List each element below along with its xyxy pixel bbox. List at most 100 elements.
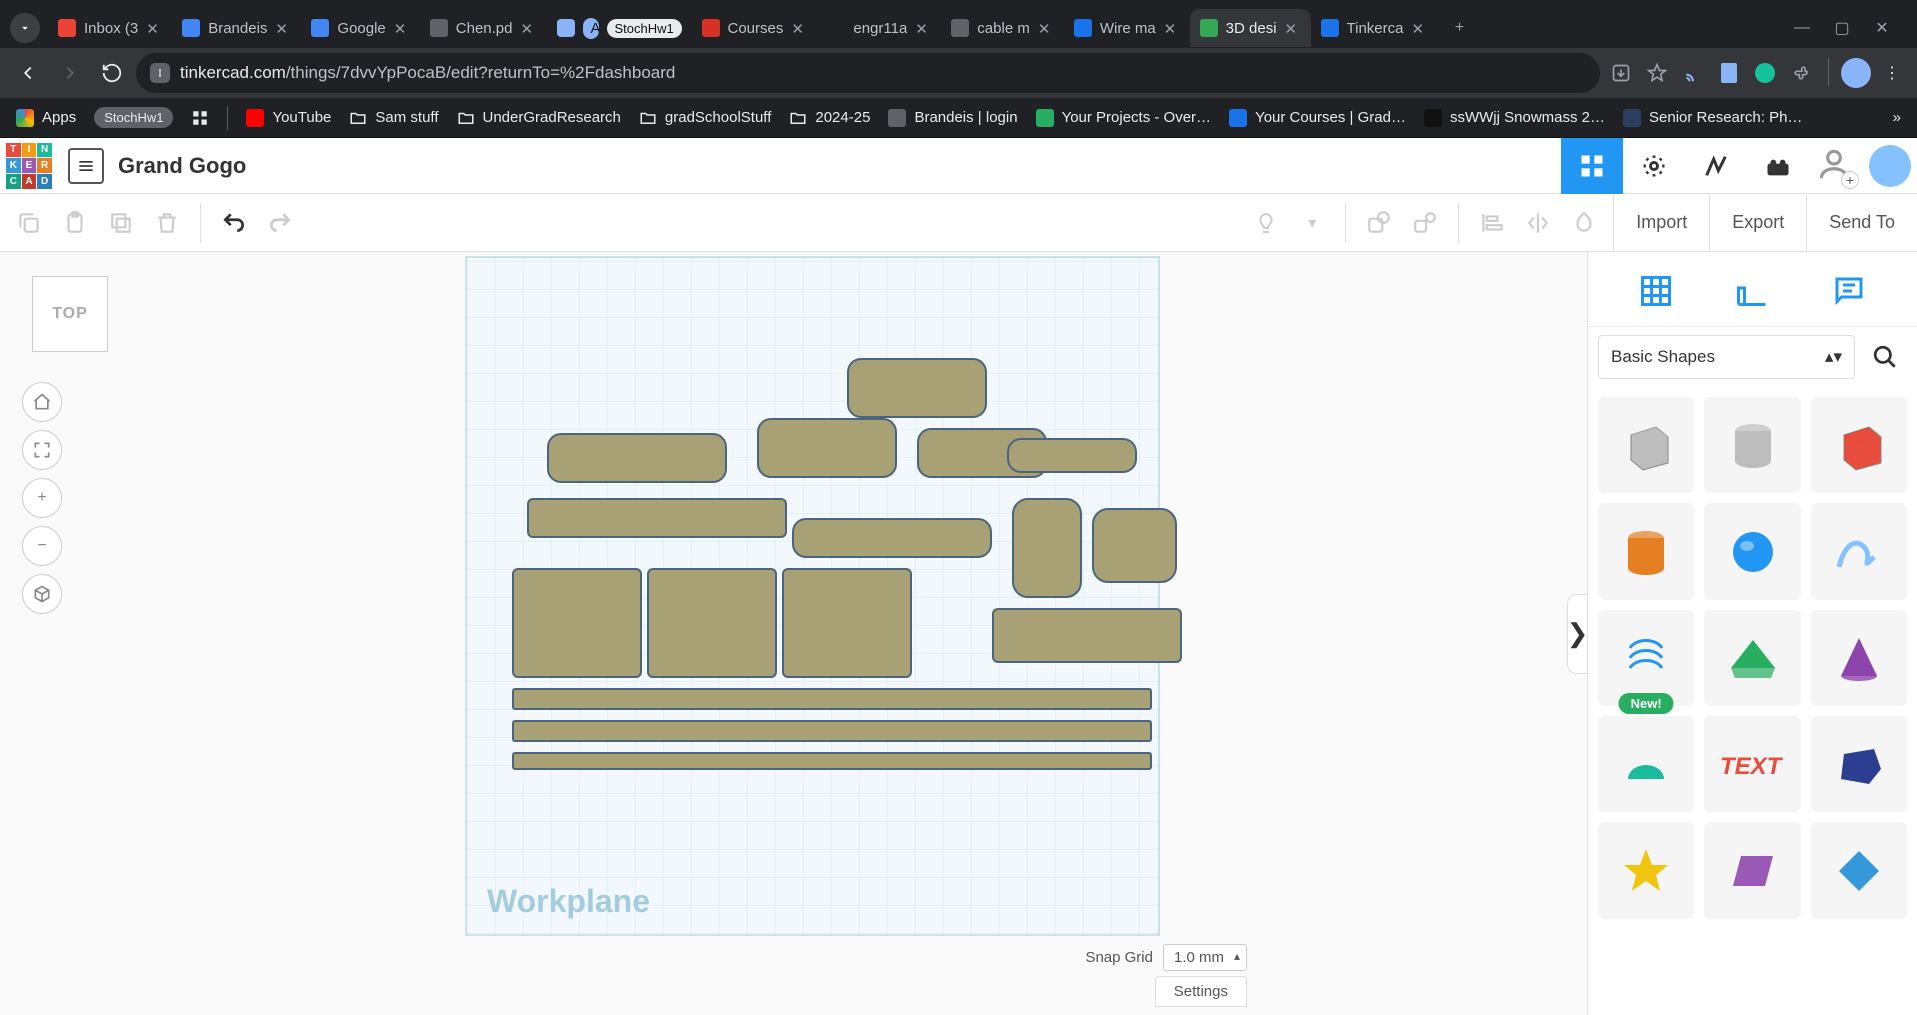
browser-tab[interactable]: Courses✕: [692, 9, 818, 47]
group-button[interactable]: [1356, 200, 1402, 246]
bulb-button[interactable]: [1243, 200, 1289, 246]
browser-tab[interactable]: engr11a✕: [817, 9, 941, 47]
shape-cylinder-hole[interactable]: [1704, 397, 1800, 493]
close-icon[interactable]: ✕: [1038, 20, 1054, 36]
workplane-tool-button[interactable]: [1635, 270, 1677, 312]
back-button[interactable]: [10, 55, 46, 91]
browser-tab[interactable]: AppsStochHw1: [547, 9, 692, 47]
browser-tab[interactable]: Tinkerca✕: [1311, 9, 1438, 47]
browser-tab[interactable]: Wire ma✕: [1064, 9, 1190, 47]
bookmark-star-icon[interactable]: [1642, 58, 1672, 88]
ortho-toggle-button[interactable]: [22, 574, 62, 614]
zoom-in-button[interactable]: +: [22, 478, 62, 518]
new-tab-button[interactable]: +: [1444, 12, 1476, 44]
chrome-menu-button[interactable]: ⋮: [1877, 58, 1907, 88]
duplicate-button[interactable]: [98, 200, 144, 246]
ruler-tool-button[interactable]: [1731, 270, 1773, 312]
shape-star[interactable]: [1598, 822, 1694, 918]
send-to-button[interactable]: Send To: [1806, 194, 1917, 252]
bookmark-item[interactable]: UnderGradResearch: [457, 109, 621, 127]
copy-button[interactable]: [6, 200, 52, 246]
panel-toggle-button[interactable]: ❯: [1567, 594, 1587, 674]
shape-roof[interactable]: [1704, 610, 1800, 706]
grid-settings-button[interactable]: Settings: [1155, 976, 1247, 1007]
profile-avatar[interactable]: [1841, 58, 1871, 88]
design-list-button[interactable]: [68, 148, 104, 184]
window-close-button[interactable]: ✕: [1871, 17, 1893, 39]
bookmark-item[interactable]: Your Projects - Over…: [1036, 109, 1212, 127]
tinkercad-logo[interactable]: TIN KER CAD: [4, 141, 54, 191]
install-app-icon[interactable]: [1606, 58, 1636, 88]
extensions-icon[interactable]: [1786, 58, 1816, 88]
invite-user-button[interactable]: [1815, 145, 1857, 187]
canvas[interactable]: TOP + − Workplane: [0, 252, 1587, 1015]
close-icon[interactable]: ✕: [791, 20, 807, 36]
bulb-menu[interactable]: ▾: [1289, 200, 1335, 246]
close-icon[interactable]: ✕: [521, 20, 537, 36]
mode-blocks-button[interactable]: [1623, 138, 1685, 194]
import-button[interactable]: Import: [1613, 194, 1709, 252]
browser-tab[interactable]: 3D desi✕: [1190, 9, 1311, 47]
cruise-button[interactable]: [1561, 200, 1607, 246]
shape-box-hole[interactable]: [1598, 397, 1694, 493]
close-icon[interactable]: ✕: [1164, 20, 1180, 36]
browser-tab[interactable]: Chen.pd✕: [420, 9, 547, 47]
zoom-out-button[interactable]: −: [22, 526, 62, 566]
shape-polygon[interactable]: [1811, 716, 1907, 812]
bookmark-item[interactable]: StochHw1: [94, 107, 173, 128]
shape-para[interactable]: [1704, 822, 1800, 918]
bookmark-item[interactable]: [191, 109, 209, 127]
bookmark-item[interactable]: Your Courses | Grad…: [1229, 109, 1406, 127]
browser-tab[interactable]: cable m✕: [941, 9, 1064, 47]
grammarly-ext-icon[interactable]: [1750, 58, 1780, 88]
delete-button[interactable]: [144, 200, 190, 246]
maximize-button[interactable]: ▢: [1831, 17, 1853, 39]
shape-torus[interactable]: New!: [1598, 610, 1694, 706]
tab-search-button[interactable]: [10, 13, 40, 43]
shape-text[interactable]: TEXT: [1704, 716, 1800, 812]
browser-tab[interactable]: Brandeis✕: [172, 9, 301, 47]
browser-tab[interactable]: Inbox (3✕: [48, 9, 172, 47]
shape-diamond[interactable]: [1811, 822, 1907, 918]
ungroup-button[interactable]: [1402, 200, 1448, 246]
browser-tab[interactable]: Google ✕: [301, 9, 419, 47]
shape-sphere[interactable]: [1704, 503, 1800, 599]
view-cube[interactable]: TOP: [32, 276, 108, 352]
bookmark-item[interactable]: Brandeis | login: [888, 109, 1017, 127]
shape-half-cylinder[interactable]: [1598, 716, 1694, 812]
paste-button[interactable]: [52, 200, 98, 246]
shape-scribble[interactable]: [1811, 503, 1907, 599]
url-field[interactable]: tinkercad.com/things/7dvvYpPocaB/edit?re…: [136, 53, 1600, 93]
forward-button[interactable]: [52, 55, 88, 91]
reload-button[interactable]: [94, 55, 130, 91]
notes-tool-button[interactable]: [1828, 270, 1870, 312]
cast-icon[interactable]: [1678, 58, 1708, 88]
close-icon[interactable]: ✕: [915, 20, 931, 36]
undo-button[interactable]: [211, 200, 257, 246]
home-view-button[interactable]: [22, 382, 62, 422]
bookmark-item[interactable]: gradSchoolStuff: [639, 109, 771, 127]
close-icon[interactable]: ✕: [1412, 20, 1428, 36]
export-button[interactable]: Export: [1709, 194, 1806, 252]
bookmarks-overflow-button[interactable]: »: [1893, 109, 1901, 126]
close-icon[interactable]: ✕: [1285, 20, 1301, 36]
user-avatar[interactable]: [1869, 145, 1911, 187]
shape-cone[interactable]: [1811, 610, 1907, 706]
mode-bricks-button[interactable]: [1747, 138, 1809, 194]
workplane[interactable]: Workplane: [465, 256, 1160, 936]
project-title[interactable]: Grand Gogo: [118, 153, 246, 179]
mirror-button[interactable]: [1515, 200, 1561, 246]
fit-view-button[interactable]: [22, 430, 62, 470]
close-icon[interactable]: ✕: [275, 20, 291, 36]
close-icon[interactable]: ✕: [146, 20, 162, 36]
bookmark-item[interactable]: ssWWjj Snowmass 2…: [1424, 109, 1605, 127]
bookmark-item[interactable]: YouTube: [246, 109, 331, 127]
mode-3d-button[interactable]: [1561, 138, 1623, 194]
minimize-button[interactable]: —: [1791, 17, 1813, 39]
close-icon[interactable]: ✕: [394, 20, 410, 36]
bookmark-item[interactable]: Senior Research: Ph…: [1623, 109, 1802, 127]
shape-category-select[interactable]: Basic Shapes ▴▾: [1598, 335, 1855, 379]
bookmark-item[interactable]: Sam stuff: [349, 109, 438, 127]
mode-circuits-button[interactable]: [1685, 138, 1747, 194]
shape-cylinder[interactable]: [1598, 503, 1694, 599]
